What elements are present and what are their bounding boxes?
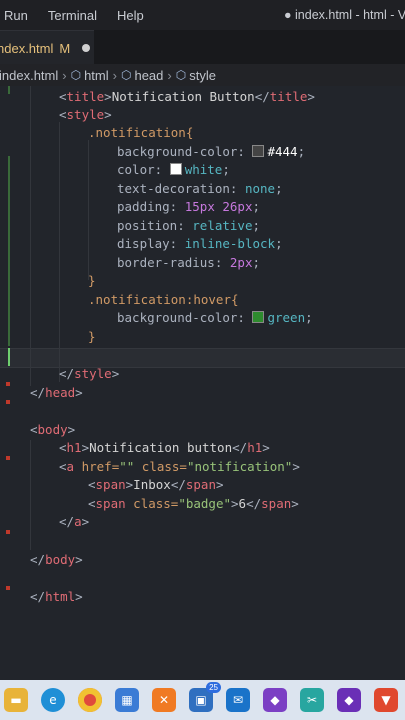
- xampp-icon[interactable]: ✕: [152, 688, 176, 712]
- code-line: background-color: #444;: [117, 144, 306, 159]
- snip-icon[interactable]: ✂: [300, 688, 324, 712]
- chevron-right-icon: ›: [167, 67, 172, 83]
- code-line: border-radius: 2px;: [117, 255, 260, 270]
- code-line: background-color: green;: [117, 310, 313, 325]
- tab-label: ndex.html: [0, 40, 54, 56]
- git-change-marker: [8, 156, 10, 346]
- chevron-right-icon: ›: [62, 67, 67, 83]
- code-line: <span class="badge">6</span>: [88, 496, 299, 511]
- code-line: </head>: [30, 385, 83, 400]
- brave-icon[interactable]: ▼: [374, 688, 398, 712]
- code-line: display: inline-block;: [117, 236, 283, 251]
- indent-guide: [88, 140, 89, 280]
- unsaved-dot-icon[interactable]: [82, 44, 91, 52]
- menu-help[interactable]: Help: [117, 8, 144, 23]
- breadcrumb-head[interactable]: head: [134, 68, 163, 83]
- code-line: <style>: [59, 107, 112, 122]
- git-deleted-marker: [6, 456, 10, 460]
- color-swatch-444[interactable]: [252, 145, 265, 157]
- tab-bar: ndex.html M: [0, 30, 405, 65]
- code-line: .notification:hover{: [88, 292, 239, 307]
- code-line: </body>: [30, 552, 83, 567]
- store-icon[interactable]: ▦: [115, 688, 139, 712]
- breadcrumb-file[interactable]: index.html: [0, 68, 58, 83]
- edge-icon[interactable]: e: [41, 688, 65, 712]
- breadcrumb: index.html › ⬡ html › ⬡ head › ⬡ style: [0, 64, 405, 86]
- git-deleted-marker: [6, 530, 10, 534]
- git-change-marker: [8, 348, 10, 366]
- code-line: <span>Inbox</span>: [88, 477, 224, 492]
- cube-icon: ⬡: [70, 68, 82, 82]
- breadcrumb-style[interactable]: style: [189, 68, 216, 83]
- code-line: </html>: [30, 589, 83, 604]
- code-line: }: [88, 273, 96, 288]
- code-line: <h1>Notification button</h1>: [59, 440, 270, 455]
- git-deleted-marker: [6, 586, 10, 590]
- tab-index-html[interactable]: ndex.html M: [0, 30, 94, 65]
- color-swatch-green[interactable]: [252, 311, 265, 323]
- indent-guide: [59, 122, 60, 382]
- notification-count: 25: [206, 682, 221, 693]
- cube-icon: ⬡: [175, 68, 187, 82]
- code-editor[interactable]: <title>Notification Button</title> <styl…: [0, 86, 405, 680]
- menu-bar: Run Terminal Help ● index.html - html - …: [0, 0, 405, 30]
- code-line: .notification{: [88, 125, 194, 140]
- git-change-marker: [8, 86, 10, 94]
- file-explorer-icon[interactable]: ▬: [4, 688, 28, 712]
- modified-indicator: M: [59, 40, 71, 56]
- visual-studio-icon[interactable]: ◆: [263, 688, 287, 712]
- color-swatch-white[interactable]: [169, 163, 182, 175]
- menu-run[interactable]: Run: [4, 8, 28, 23]
- indent-guide: [30, 86, 31, 386]
- vs-purple-icon[interactable]: ◆: [337, 688, 361, 712]
- code-line: <title>Notification Button</title>: [59, 89, 315, 104]
- git-deleted-marker: [6, 382, 10, 386]
- mail-icon[interactable]: ✉: [226, 688, 250, 712]
- code-line: position: relative;: [117, 218, 261, 233]
- chrome-icon[interactable]: [78, 688, 102, 712]
- git-deleted-marker: [6, 400, 10, 404]
- teams-icon[interactable]: ▣ 25: [189, 682, 221, 712]
- code-line: </a>: [59, 514, 90, 529]
- code-line: }: [88, 329, 96, 344]
- window-title: ● index.html - html - Vi: [284, 8, 405, 22]
- code-line: text-decoration: none;: [117, 181, 283, 196]
- code-line: padding: 15px 26px;: [117, 199, 261, 214]
- code-line: color: white;: [117, 162, 230, 177]
- breadcrumb-html[interactable]: html: [84, 68, 109, 83]
- code-line: <a href="" class="notification">: [59, 459, 300, 474]
- code-line: <body>: [30, 422, 76, 437]
- indent-guide: [30, 440, 31, 550]
- menu-terminal[interactable]: Terminal: [48, 8, 97, 23]
- cube-icon: ⬡: [120, 68, 132, 82]
- code-line: </style>: [59, 366, 120, 381]
- windows-taskbar: ▬ e ▦ ✕ ▣ 25 ✉ ◆ ✂ ◆ ▼: [0, 680, 405, 720]
- chevron-right-icon: ›: [112, 67, 117, 83]
